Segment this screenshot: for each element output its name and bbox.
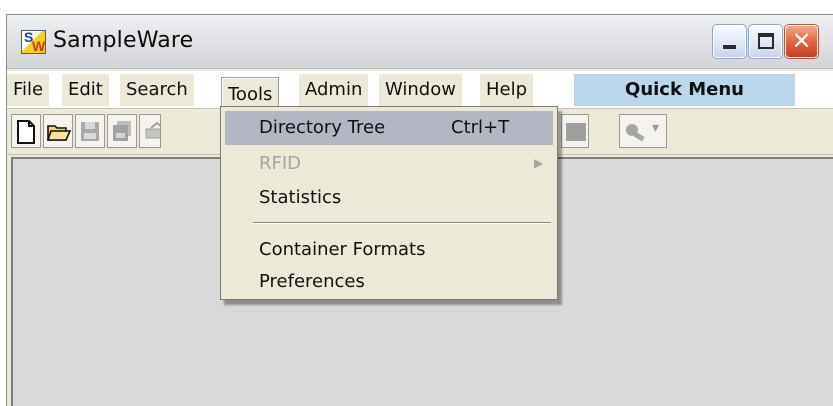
new-document-icon [17,120,35,144]
minimize-button[interactable] [712,24,747,59]
save-icon [81,122,99,141]
menu-window[interactable]: Window [379,74,462,106]
save-all-button[interactable] [107,114,137,148]
menu-item-statistics[interactable]: Statistics [225,181,553,215]
maximize-icon [758,33,774,49]
menu-help[interactable]: Help [480,74,534,106]
close-icon: ✕ [791,27,812,55]
disabled-icon [566,123,586,141]
save-button[interactable] [75,114,105,148]
quick-menu-button[interactable]: Quick Menu [574,74,795,106]
open-folder-icon [47,125,71,141]
window-title: SampleWare [53,28,194,53]
submenu-arrow-icon: ▶ [534,156,544,170]
print-button[interactable] [139,114,161,148]
maximize-button[interactable] [748,24,783,59]
disabled-toolbar-button[interactable] [561,114,589,148]
new-document-button[interactable] [11,114,41,148]
search-dropdown-icon [626,124,645,142]
menu-item-container-formats[interactable]: Container Formats [225,233,553,267]
close-button[interactable]: ✕ [784,24,819,59]
menu-bar: File Edit Search Tools Admin Window Help… [7,71,833,109]
menu-item-preferences[interactable]: Preferences [225,265,553,299]
save-all-icon [113,121,131,141]
title-bar[interactable]: SW SampleWare ✕ [7,15,833,69]
menu-item-directory-tree[interactable]: Directory Tree Ctrl+T [225,111,553,145]
open-folder-button[interactable] [43,114,73,148]
menu-item-rfid[interactable]: RFID ▶ [225,147,553,181]
minimize-icon [723,45,736,49]
menu-search[interactable]: Search [120,74,194,106]
print-icon [145,121,160,139]
chevron-down-icon: ▾ [652,120,660,136]
search-dropdown-button[interactable]: ▾ [619,114,667,148]
app-logo-icon: SW [21,29,46,54]
menu-admin[interactable]: Admin [299,74,369,106]
menu-file[interactable]: File [7,74,50,106]
menu-edit[interactable]: Edit [62,74,109,106]
tools-menu-dropdown: Directory Tree Ctrl+T RFID ▶ Statistics … [220,106,558,300]
shortcut-label: Ctrl+T [451,117,510,138]
menu-separator [253,222,551,224]
menu-tools[interactable]: Tools [221,77,280,109]
